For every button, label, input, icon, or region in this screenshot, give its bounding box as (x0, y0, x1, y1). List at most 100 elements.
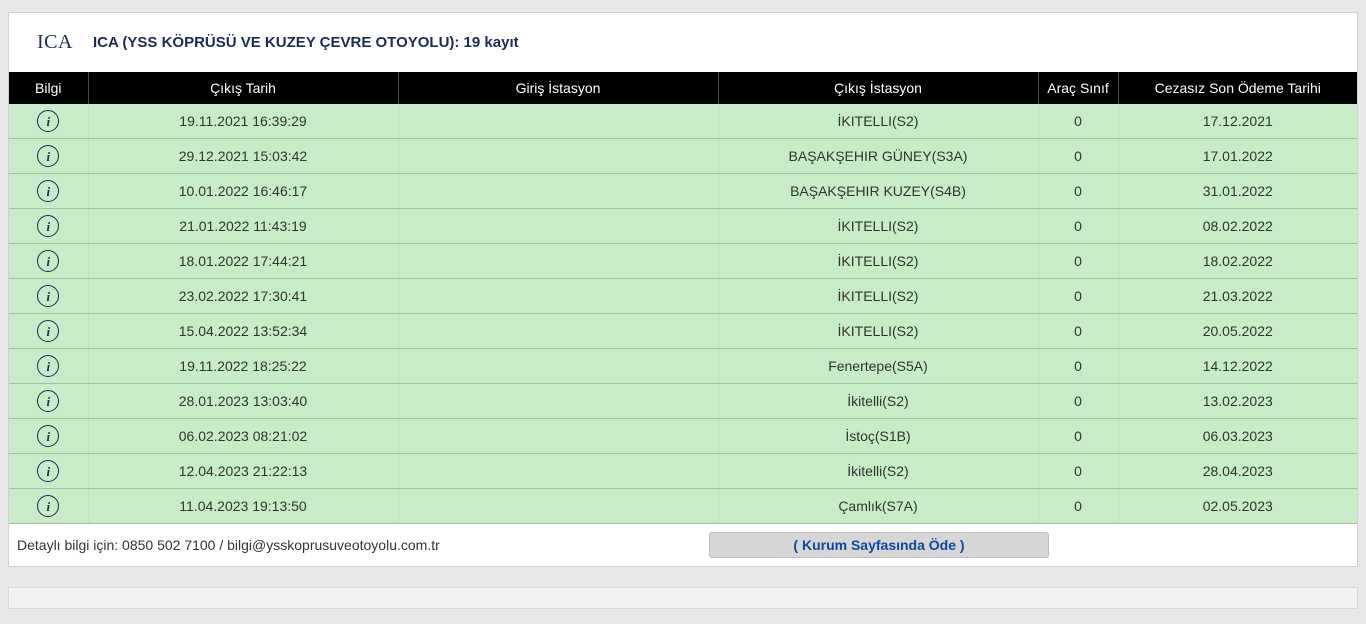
cell-due-date: 06.03.2023 (1118, 419, 1357, 454)
col-header-exit-station: Çıkış İstasyon (718, 72, 1038, 104)
col-header-vehicle-class: Araç Sınıf (1038, 72, 1118, 104)
cell-exit-station: İstoç(S1B) (718, 419, 1038, 454)
cell-vehicle-class: 0 (1038, 279, 1118, 314)
cell-entry-station (398, 454, 718, 489)
cell-due-date: 13.02.2023 (1118, 384, 1357, 419)
cell-info: i (9, 349, 88, 384)
table-row: i 06.02.2023 08:21:02 İstoç(S1B)006.03.202… (9, 419, 1357, 454)
cell-entry-station (398, 279, 718, 314)
cell-due-date: 20.05.2022 (1118, 314, 1357, 349)
cell-info: i (9, 139, 88, 174)
table-row: i15.04.2022 13:52:34İKITELLI(S2)020.05.2… (9, 314, 1357, 349)
panel-footer: Detaylı bilgi için: 0850 502 7100 / bilg… (9, 524, 1357, 566)
cell-vehicle-class: 0 (1038, 104, 1118, 139)
cell-entry-station (398, 489, 718, 524)
cell-exit-station: Fenertepe(S5A) (718, 349, 1038, 384)
bottom-strip (8, 587, 1358, 609)
cell-exit-date: 21.01.2022 11:43:19 (88, 209, 398, 244)
cell-due-date: 28.04.2023 (1118, 454, 1357, 489)
cell-vehicle-class: 0 (1038, 349, 1118, 384)
cell-exit-date: 28.01.2023 13:03:40 (88, 384, 398, 419)
cell-due-date: 17.01.2022 (1118, 139, 1357, 174)
cell-exit-station: İKITELLI(S2) (718, 244, 1038, 279)
info-icon[interactable]: i (37, 390, 59, 412)
cell-entry-station (398, 244, 718, 279)
cell-vehicle-class: 0 (1038, 384, 1118, 419)
table-row: i 12.04.2023 21:22:13 İkitelli(S2)028.04.2… (9, 454, 1357, 489)
cell-info: i (9, 174, 88, 209)
cell-entry-station (398, 384, 718, 419)
records-panel: ICA ICA (YSS KÖPRÜSÜ VE KUZEY ÇEVRE OTOY… (8, 12, 1358, 567)
info-icon[interactable]: i (37, 460, 59, 482)
cell-exit-station: İKITELLI(S2) (718, 209, 1038, 244)
cell-exit-date: 19.11.2021 16:39:29 (88, 104, 398, 139)
cell-due-date: 08.02.2022 (1118, 209, 1357, 244)
cell-exit-date: 10.01.2022 16:46:17 (88, 174, 398, 209)
cell-exit-date: 18.01.2022 17:44:21 (88, 244, 398, 279)
cell-due-date: 18.02.2022 (1118, 244, 1357, 279)
table-row: i 19.11.2022 18:25:22 Fenertepe(S5A)014.12… (9, 349, 1357, 384)
info-icon[interactable]: i (37, 145, 59, 167)
info-icon[interactable]: i (37, 495, 59, 517)
cell-vehicle-class: 0 (1038, 139, 1118, 174)
cell-exit-station: İKITELLI(S2) (718, 314, 1038, 349)
cell-info: i (9, 244, 88, 279)
cell-exit-date: 15.04.2022 13:52:34 (88, 314, 398, 349)
cell-exit-date: 23.02.2022 17:30:41 (88, 279, 398, 314)
cell-info: i (9, 314, 88, 349)
pay-on-institution-page-button[interactable]: ( Kurum Sayfasında Öde ) (709, 532, 1049, 558)
cell-due-date: 14.12.2022 (1118, 349, 1357, 384)
ica-logo: ICA (37, 31, 73, 54)
cell-entry-station (398, 314, 718, 349)
cell-exit-date: 06.02.2023 08:21:02 (88, 419, 398, 454)
cell-info: i (9, 279, 88, 314)
info-icon[interactable]: i (37, 110, 59, 132)
cell-exit-date: 29.12.2021 15:03:42 (88, 139, 398, 174)
cell-exit-station: İkitelli(S2) (718, 454, 1038, 489)
info-icon[interactable]: i (37, 320, 59, 342)
cell-exit-date: 11.04.2023 19:13:50 (88, 489, 398, 524)
info-icon[interactable]: i (37, 355, 59, 377)
cell-vehicle-class: 0 (1038, 244, 1118, 279)
table-row: i10.01.2022 16:46:17BAŞAKŞEHIR KUZEY(S4B… (9, 174, 1357, 209)
cell-vehicle-class: 0 (1038, 489, 1118, 524)
cell-vehicle-class: 0 (1038, 419, 1118, 454)
cell-entry-station (398, 419, 718, 454)
cell-exit-date: 12.04.2023 21:22:13 (88, 454, 398, 489)
table-row: i23.02.2022 17:30:41İKITELLI(S2)021.03.2… (9, 279, 1357, 314)
cell-info: i (9, 489, 88, 524)
cell-exit-station: Çamlık(S7A) (718, 489, 1038, 524)
cell-exit-station: İkitelli(S2) (718, 384, 1038, 419)
info-icon[interactable]: i (37, 285, 59, 307)
cell-info: i (9, 209, 88, 244)
cell-info: i (9, 104, 88, 139)
panel-header: ICA ICA (YSS KÖPRÜSÜ VE KUZEY ÇEVRE OTOY… (9, 13, 1357, 72)
cell-entry-station (398, 104, 718, 139)
cell-exit-station: BAŞAKŞEHIR GÜNEY(S3A) (718, 139, 1038, 174)
cell-vehicle-class: 0 (1038, 454, 1118, 489)
col-header-exit-date: Çıkış Tarih (88, 72, 398, 104)
cell-due-date: 31.01.2022 (1118, 174, 1357, 209)
col-header-due-date: Cezasız Son Ödeme Tarihi (1118, 72, 1357, 104)
cell-entry-station (398, 209, 718, 244)
cell-info: i (9, 384, 88, 419)
info-icon[interactable]: i (37, 250, 59, 272)
table-row: i 18.01.2022 17:44:21 İKITELLI(S2)018.02.2… (9, 244, 1357, 279)
info-icon[interactable]: i (37, 215, 59, 237)
table-row: i 28.01.2023 13:03:40 İkitelli(S2)013.02.2… (9, 384, 1357, 419)
cell-entry-station (398, 349, 718, 384)
col-header-entry-station: Giriş İstasyon (398, 72, 718, 104)
table-header-row: Bilgi Çıkış Tarih Giriş İstasyon Çıkış İ… (9, 72, 1357, 104)
cell-due-date: 02.05.2023 (1118, 489, 1357, 524)
table-row: i 11.04.2023 19:13:50 Çamlık(S7A)002.05.20… (9, 489, 1357, 524)
cell-due-date: 21.03.2022 (1118, 279, 1357, 314)
contact-info: Detaylı bilgi için: 0850 502 7100 / bilg… (17, 537, 709, 553)
cell-exit-date: 19.11.2022 18:25:22 (88, 349, 398, 384)
table-row: i 29.12.2021 15:03:42 BAŞAKŞEHIR GÜNEY(S3A… (9, 139, 1357, 174)
records-table: Bilgi Çıkış Tarih Giriş İstasyon Çıkış İ… (9, 72, 1357, 524)
table-row: i 21.01.2022 11:43:19 İKITELLI(S2)008.02.2… (9, 209, 1357, 244)
cell-entry-station (398, 174, 718, 209)
info-icon[interactable]: i (37, 425, 59, 447)
info-icon[interactable]: i (37, 180, 59, 202)
cell-vehicle-class: 0 (1038, 209, 1118, 244)
